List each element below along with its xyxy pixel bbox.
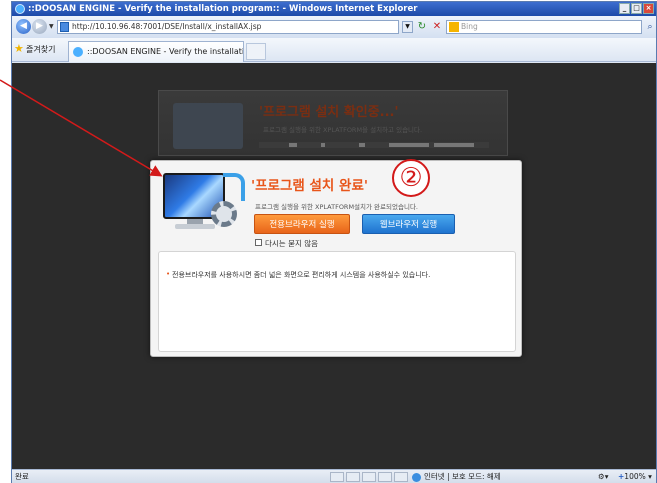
background-dialog: '프로그램 설치 확인중...' 프로그램 실행을 위한 XPLATFORM을 …: [158, 90, 508, 156]
security-zone[interactable]: 인터넷 | 보호 모드: 해제: [412, 470, 501, 483]
annotation-marker: ②: [392, 159, 430, 197]
status-panes: [330, 472, 408, 482]
tab-title: ::DOOSAN ENGINE - Verify the installatio…: [87, 47, 244, 56]
dialog-subtitle: 프로그램 실행을 위한 XPLATFORM설치가 완료되었습니다.: [255, 203, 418, 211]
close-button[interactable]: ×: [643, 3, 654, 14]
favorites-label: 즐겨찾기: [26, 45, 56, 54]
search-placeholder: Bing: [461, 22, 478, 31]
browser-tab[interactable]: ::DOOSAN ENGINE - Verify the installatio…: [68, 41, 244, 62]
background-progress-bar: [259, 142, 489, 148]
monitor-base: [175, 224, 215, 229]
favorites-star-icon: ★: [14, 42, 24, 55]
address-input[interactable]: http://10.10.96.48:7001/DSE/Install/x_in…: [57, 20, 399, 34]
status-bar: 완료 인터넷 | 보호 모드: 해제 ⚙▾ +100% ▾: [12, 469, 656, 483]
globe-icon: [412, 473, 421, 482]
note-text: • 전용브라우저를 사용하시면 좀더 넓은 화면으로 편리하게 시스템을 사용하…: [166, 270, 430, 280]
tab-ie-icon: [73, 47, 83, 57]
address-dropdown-icon[interactable]: ▼: [402, 21, 413, 33]
launch-dedicated-browser-button[interactable]: 전용브라우저 실행: [254, 214, 350, 234]
install-complete-dialog: '프로그램 설치 완료' 프로그램 실행을 위한 XPLATFORM설치가 완료…: [150, 160, 522, 357]
background-monitor-icon: [173, 103, 243, 149]
maximize-button[interactable]: □: [631, 3, 642, 14]
gear-icon: [211, 201, 237, 227]
bing-icon: [449, 22, 459, 32]
zoom-label: 100%: [624, 472, 646, 481]
background-dialog-title: '프로그램 설치 확인중...': [259, 105, 399, 120]
new-tab-button[interactable]: [246, 43, 266, 60]
search-input[interactable]: Bing: [446, 20, 642, 34]
launch-web-browser-button[interactable]: 웹브라우저 실행: [362, 214, 455, 234]
note-label: 전용브라우저를 사용하시면 좀더 넓은 화면으로 편리하게 시스템을 사용하실수…: [172, 271, 431, 279]
favorites-button[interactable]: ★ 즐겨찾기: [14, 42, 56, 55]
search-icon[interactable]: ⌕: [644, 20, 656, 34]
dont-ask-again-checkbox[interactable]: 다시는 묻지 않음: [255, 238, 318, 249]
favorites-bar: ★ 즐겨찾기 ::DOOSAN ENGINE - Verify the inst…: [12, 38, 656, 62]
window-title: ::DOOSAN ENGINE - Verify the installatio…: [28, 4, 418, 14]
background-dialog-subtitle: 프로그램 실행을 위한 XPLATFORM을 설치하고 있습니다.: [263, 126, 423, 134]
window-controls: _ □ ×: [619, 3, 654, 14]
stop-icon[interactable]: ✕: [431, 21, 443, 33]
status-text: 완료: [15, 472, 29, 481]
dialog-title: '프로그램 설치 완료': [251, 178, 369, 194]
history-dropdown-icon[interactable]: ▼: [49, 23, 54, 30]
browser-window: ::DOOSAN ENGINE - Verify the installatio…: [11, 1, 657, 483]
refresh-icon[interactable]: ↻: [416, 21, 428, 33]
zone-label: 인터넷 | 보호 모드: 해제: [424, 472, 501, 481]
checkbox-label: 다시는 묻지 않음: [265, 239, 319, 248]
bullet-icon: •: [166, 270, 171, 278]
note-box: • 전용브라우저를 사용하시면 좀더 넓은 화면으로 편리하게 시스템을 사용하…: [158, 251, 516, 352]
minimize-button[interactable]: _: [619, 3, 630, 14]
address-bar-row: ◀ ▶ ▼ http://10.10.96.48:7001/DSE/Instal…: [12, 16, 656, 38]
page-icon: [60, 22, 69, 32]
ie-icon: [15, 4, 25, 14]
back-icon[interactable]: ◀: [16, 19, 31, 34]
page-content: '프로그램 설치 확인중...' 프로그램 실행을 위한 XPLATFORM을 …: [12, 63, 656, 469]
forward-icon[interactable]: ▶: [32, 19, 47, 34]
title-bar: ::DOOSAN ENGINE - Verify the installatio…: [12, 2, 656, 16]
url-text: http://10.10.96.48:7001/DSE/Install/x_in…: [72, 22, 262, 31]
arrow-deco-icon: [223, 173, 245, 201]
tools-icon[interactable]: ⚙▾: [598, 470, 609, 483]
checkbox-box[interactable]: [255, 239, 262, 246]
zoom-control[interactable]: +100% ▾: [618, 470, 652, 483]
